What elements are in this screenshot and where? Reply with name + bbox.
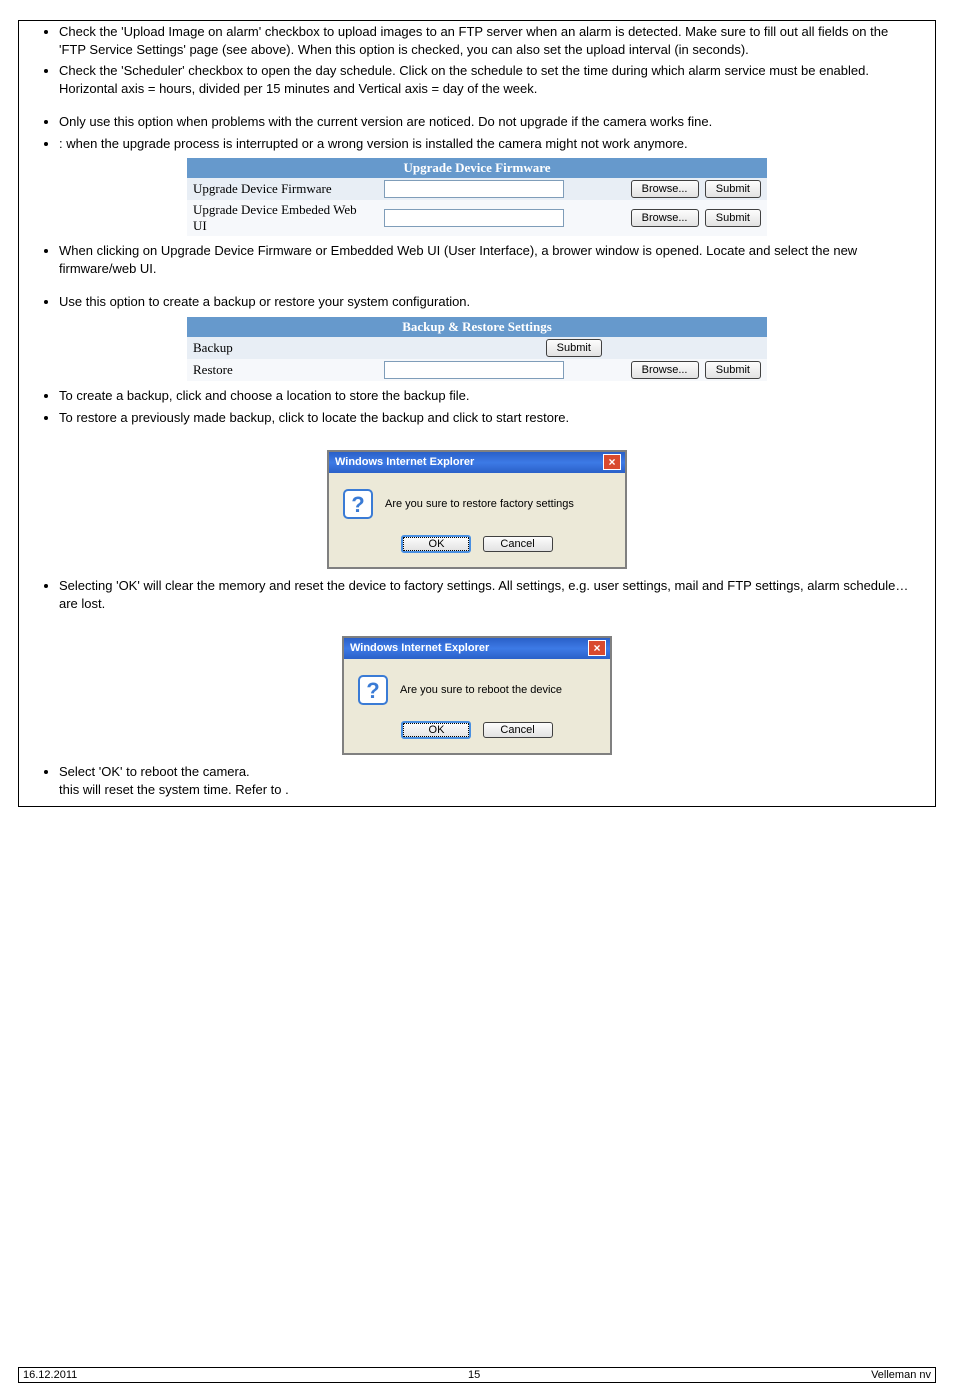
submit-button[interactable]: Submit [705, 361, 761, 379]
bullets-reboot: Select 'OK' to reboot the camera. this w… [59, 763, 917, 798]
list-item: When clicking on Upgrade Device Firmware… [59, 242, 917, 277]
panel-title: Upgrade Device Firmware [187, 158, 767, 178]
browse-button[interactable]: Browse... [631, 209, 699, 227]
question-icon: ? [343, 489, 373, 519]
list-item: Only use this option when problems with … [59, 113, 917, 131]
list-item: Select 'OK' to reboot the camera. this w… [59, 763, 917, 798]
bullets-backup-steps: To create a backup, click and choose a l… [59, 387, 917, 426]
panel-title: Backup & Restore Settings [187, 317, 767, 337]
list-item: : when the upgrade process is interrupte… [59, 135, 917, 153]
list-item: To create a backup, click and choose a l… [59, 387, 917, 405]
list-item: To restore a previously made backup, cli… [59, 409, 917, 427]
cancel-button[interactable]: Cancel [483, 722, 553, 738]
list-item: Check the 'Upload Image on alarm' checkb… [59, 23, 917, 58]
row-label: Upgrade Device Embeded Web UI [187, 200, 378, 236]
list-item: Check the 'Scheduler' checkbox to open t… [59, 62, 917, 97]
ie-dialog-restore-factory: Windows Internet Explorer × ? Are you su… [327, 450, 627, 569]
close-icon[interactable]: × [603, 454, 621, 470]
bullets-backup-restore-intro: Use this option to create a backup or re… [59, 293, 917, 311]
footer-date: 16.12.2011 [23, 1369, 77, 1381]
list-item: Use this option to create a backup or re… [59, 293, 917, 311]
backup-restore-panel: Backup & Restore Settings Backup Submit … [187, 317, 767, 381]
dialog-message: Are you sure to restore factory settings [385, 498, 574, 510]
page-number: 15 [77, 1369, 871, 1381]
bullets-upgrade-explain: When clicking on Upgrade Device Firmware… [59, 242, 917, 277]
list-item: Selecting 'OK' will clear the memory and… [59, 577, 917, 612]
question-icon: ? [358, 675, 388, 705]
file-input[interactable] [384, 180, 564, 198]
dialog-title: Windows Internet Explorer [350, 642, 489, 654]
page-footer: 16.12.2011 15 Velleman nv [18, 1367, 936, 1383]
bullets-upload-scheduler: Check the 'Upload Image on alarm' checkb… [59, 23, 917, 97]
page-content: Check the 'Upload Image on alarm' checkb… [18, 20, 936, 807]
submit-button[interactable]: Submit [705, 180, 761, 198]
browse-button[interactable]: Browse... [631, 180, 699, 198]
upgrade-firmware-panel: Upgrade Device Firmware Upgrade Device F… [187, 158, 767, 236]
submit-button[interactable]: Submit [705, 209, 761, 227]
ok-button[interactable]: OK [401, 721, 471, 739]
bullets-warning: Only use this option when problems with … [59, 113, 917, 152]
file-input[interactable] [384, 209, 564, 227]
footer-company: Velleman nv [871, 1369, 931, 1381]
row-label: Backup [187, 337, 378, 359]
dialog-message: Are you sure to reboot the device [400, 684, 562, 696]
row-label: Restore [187, 359, 378, 381]
bullets-factory-reset: Selecting 'OK' will clear the memory and… [59, 577, 917, 612]
ie-dialog-reboot: Windows Internet Explorer × ? Are you su… [342, 636, 612, 755]
submit-button[interactable]: Submit [546, 339, 602, 357]
ok-button[interactable]: OK [401, 535, 471, 553]
close-icon[interactable]: × [588, 640, 606, 656]
dialog-title: Windows Internet Explorer [335, 456, 474, 468]
browse-button[interactable]: Browse... [631, 361, 699, 379]
row-label: Upgrade Device Firmware [187, 178, 378, 200]
cancel-button[interactable]: Cancel [483, 536, 553, 552]
file-input[interactable] [384, 361, 564, 379]
